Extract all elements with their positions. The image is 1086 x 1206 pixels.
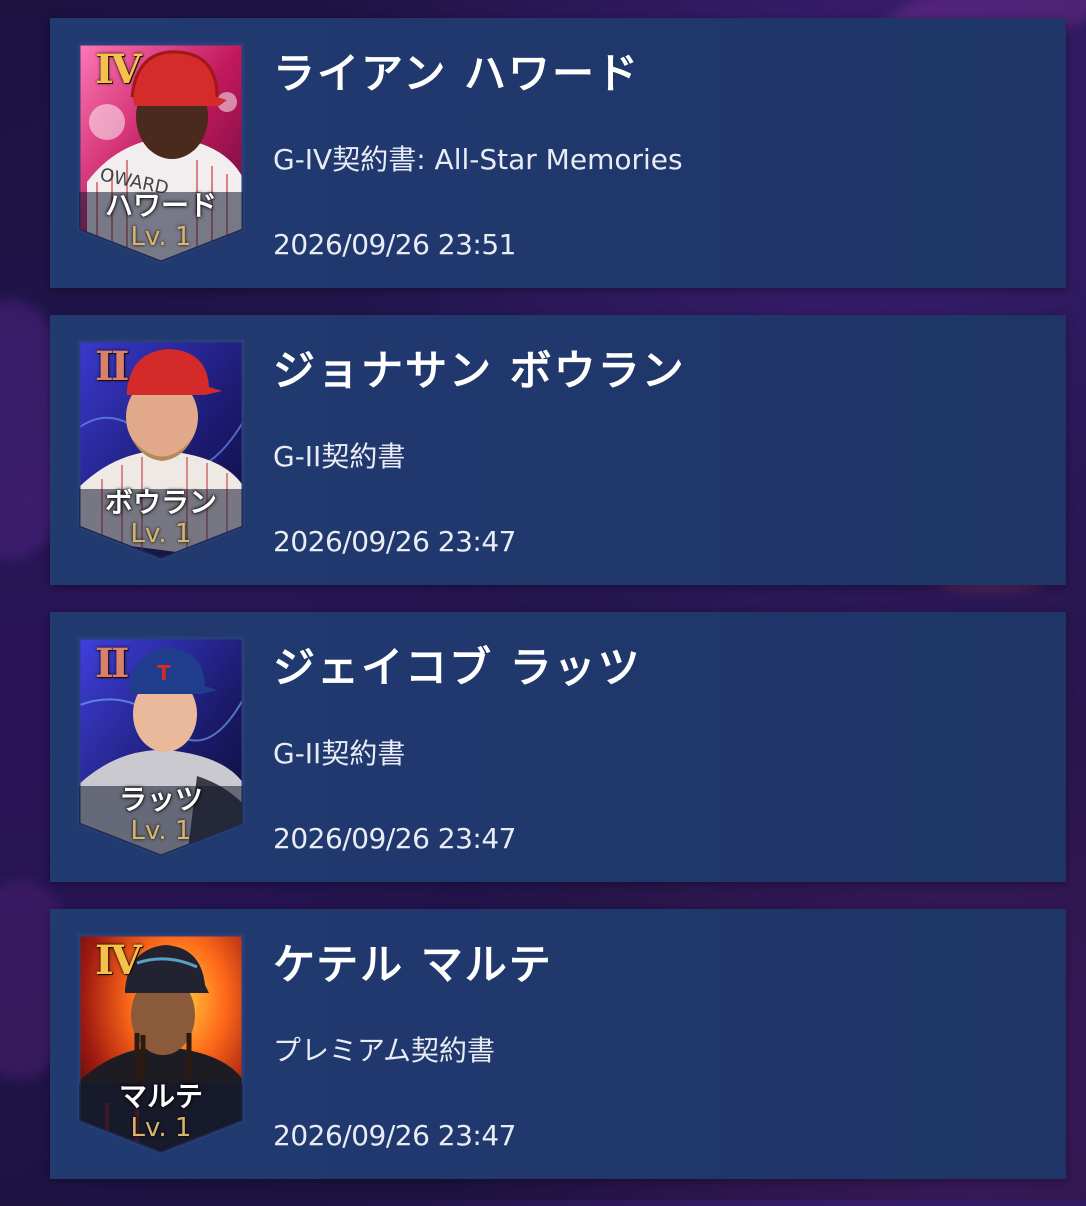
card-grade-badge: II [95, 343, 129, 390]
card-player-name: ハワード [104, 189, 217, 222]
card-level: Lv. 1 [130, 519, 192, 549]
contract-type: G-II契約書 [273, 440, 406, 473]
player-card[interactable]: II ボウラン Lv. 1 [77, 339, 245, 561]
card-grade-badge: II [95, 640, 129, 687]
card-level: Lv. 1 [130, 816, 192, 846]
acquired-timestamp: 2026/09/26 23:47 [273, 525, 516, 558]
player-card[interactable]: IV マルテ Lv. 1 [77, 933, 245, 1155]
contract-type: G-IV契約書: All-Star Memories [273, 143, 683, 176]
player-card[interactable]: T II ラッツ Lv. 1 [77, 636, 245, 858]
card-level: Lv. 1 [130, 222, 192, 252]
player-entry[interactable]: T II ラッツ Lv. 1 ジェイコブ ラッツ G-II契約書 2026/09… [50, 612, 1066, 882]
player-entry[interactable]: II ボウラン Lv. 1 ジョナサン ボウラン G-II契約書 2026/09… [50, 315, 1066, 585]
card-grade-badge: IV [95, 937, 142, 984]
acquired-timestamp: 2026/09/26 23:51 [273, 228, 516, 261]
player-name: ジョナサン ボウラン [273, 346, 686, 395]
card-level: Lv. 1 [130, 1113, 192, 1143]
player-entry[interactable]: IV マルテ Lv. 1 ケテル マルテ プレミアム契約書 2026/09/26… [50, 909, 1066, 1179]
acquisition-list: OWARD IV ハワード Lv. 1 ライアン ハワード G-IV契約書: A… [50, 18, 1066, 1206]
player-card[interactable]: OWARD IV ハワード Lv. 1 [77, 42, 245, 264]
card-player-name: ボウラン [104, 486, 217, 519]
contract-type: G-II契約書 [273, 737, 406, 770]
player-name: ジェイコブ ラッツ [273, 643, 642, 692]
contract-type: プレミアム契約書 [273, 1034, 496, 1067]
acquired-timestamp: 2026/09/26 23:47 [273, 1119, 516, 1152]
svg-text:T: T [157, 661, 171, 685]
card-player-name: マルテ [118, 1080, 203, 1113]
acquired-timestamp: 2026/09/26 23:47 [273, 822, 516, 855]
player-name: ケテル マルテ [273, 940, 553, 989]
card-player-name: ラッツ [118, 783, 203, 816]
player-name: ライアン ハワード [273, 49, 640, 98]
player-entry[interactable]: OWARD IV ハワード Lv. 1 ライアン ハワード G-IV契約書: A… [50, 18, 1066, 288]
card-grade-badge: IV [95, 46, 142, 93]
